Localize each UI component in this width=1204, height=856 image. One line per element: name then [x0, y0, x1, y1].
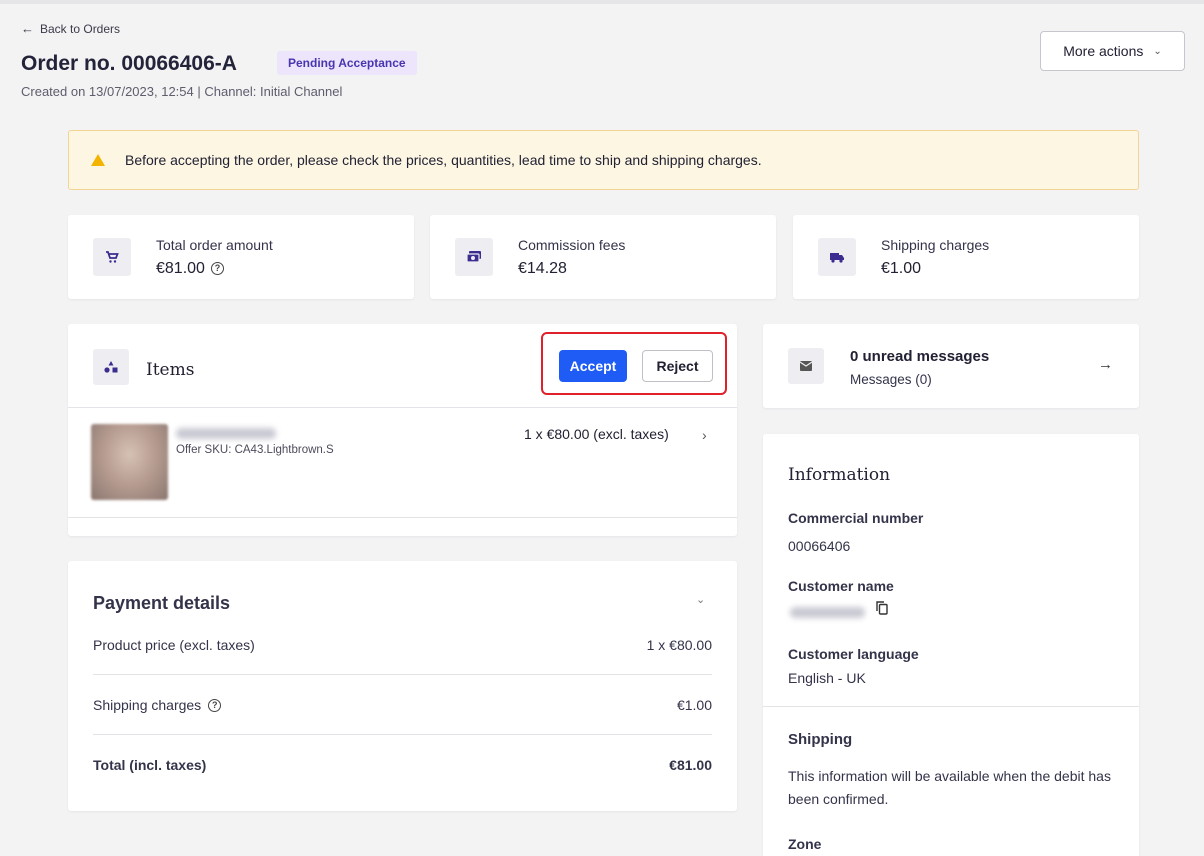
information-title: Information [788, 465, 891, 485]
warning-banner: Before accepting the order, please check… [68, 130, 1139, 190]
product-name-redacted [176, 428, 276, 439]
status-badge: Pending Acceptance [277, 51, 417, 75]
money-icon [455, 238, 493, 276]
customer-name-redacted [790, 607, 865, 618]
customer-name-label: Customer name [788, 578, 894, 594]
warning-icon [91, 154, 105, 166]
divider [93, 734, 712, 735]
cart-icon [93, 238, 131, 276]
stat-label: Total order amount [156, 236, 273, 253]
page-title: Order no. 00066406-A [21, 52, 237, 75]
stat-value: €1.00 [881, 259, 922, 277]
product-thumbnail [91, 424, 168, 500]
payment-row-label: Shipping charges [93, 697, 202, 713]
chevron-down-icon[interactable]: ⌄ [696, 593, 705, 606]
unread-messages-title: 0 unread messages [850, 348, 990, 365]
payment-title: Payment details [93, 593, 231, 613]
arrow-right-icon: → [1098, 356, 1113, 373]
payment-total-row: Total (incl. taxes) €81.00 [93, 757, 712, 773]
more-actions-label: More actions [1063, 43, 1144, 59]
stat-label: Shipping charges [881, 236, 990, 253]
back-to-orders-link[interactable]: ← Back to Orders [21, 21, 120, 36]
payment-row-value: €81.00 [669, 757, 712, 773]
payment-row-label: Total (incl. taxes) [93, 757, 207, 773]
chevron-right-icon[interactable]: › [702, 427, 707, 443]
reject-button[interactable]: Reject [642, 350, 713, 382]
help-icon[interactable]: ? [208, 698, 222, 712]
shipping-title: Shipping [788, 731, 853, 748]
envelope-icon [788, 348, 824, 384]
back-link-label: Back to Orders [40, 21, 121, 36]
customer-language-label: Customer language [788, 646, 919, 662]
messages-count: Messages (0) [850, 372, 932, 387]
commercial-number-value: 00066406 [788, 538, 851, 554]
stat-card-shipping: Shipping charges €1.00 [793, 215, 1139, 299]
stat-card-total: Total order amount €81.00 ? [68, 215, 414, 299]
copy-icon[interactable] [876, 601, 888, 615]
more-actions-button[interactable]: More actions ⌄ [1040, 31, 1185, 71]
divider [763, 706, 1139, 707]
customer-language-value: English - UK [788, 670, 866, 686]
accept-button[interactable]: Accept [559, 350, 627, 382]
payment-row-value: €1.00 [676, 697, 712, 713]
offer-sku: Offer SKU: CA43.Lightbrown.S [176, 444, 334, 456]
items-card: Items Accept Reject Offer SKU: CA43.Ligh… [68, 324, 737, 536]
information-card: Information Commercial number 00066406 C… [763, 434, 1139, 856]
commercial-number-label: Commercial number [788, 510, 924, 526]
stat-value: €81.00 [156, 259, 205, 277]
chevron-down-icon: ⌄ [1153, 45, 1162, 57]
top-divider [0, 0, 1204, 4]
divider [93, 674, 712, 675]
shapes-icon [93, 349, 129, 385]
warning-text: Before accepting the order, please check… [125, 152, 762, 168]
zone-label: Zone [788, 836, 822, 852]
stat-label: Commission fees [518, 236, 626, 253]
payment-row: Shipping charges ? €1.00 [93, 697, 712, 713]
stat-card-commission: Commission fees €14.28 [430, 215, 776, 299]
payment-row-value: 1 x €80.00 [646, 637, 712, 653]
help-icon[interactable]: ? [210, 262, 224, 275]
truck-icon [818, 238, 856, 276]
shipping-text: This information will be available when … [788, 768, 1111, 807]
payment-details-card: Payment details ⌄ Product price (excl. t… [68, 561, 737, 811]
payment-row: Product price (excl. taxes) 1 x €80.00 [93, 637, 712, 653]
stat-value: €14.28 [518, 259, 567, 277]
order-meta: Created on 13/07/2023, 12:54 | Channel: … [21, 84, 343, 99]
items-header: Items Accept Reject [68, 324, 737, 408]
messages-card[interactable]: 0 unread messages Messages (0) → [763, 324, 1139, 408]
payment-row-label: Product price (excl. taxes) [93, 637, 255, 653]
list-item[interactable]: Offer SKU: CA43.Lightbrown.S 1 x €80.00 … [68, 408, 737, 518]
items-title: Items [146, 360, 195, 380]
arrow-left-icon: ← [21, 21, 34, 36]
item-price: 1 x €80.00 (excl. taxes) [524, 426, 669, 442]
